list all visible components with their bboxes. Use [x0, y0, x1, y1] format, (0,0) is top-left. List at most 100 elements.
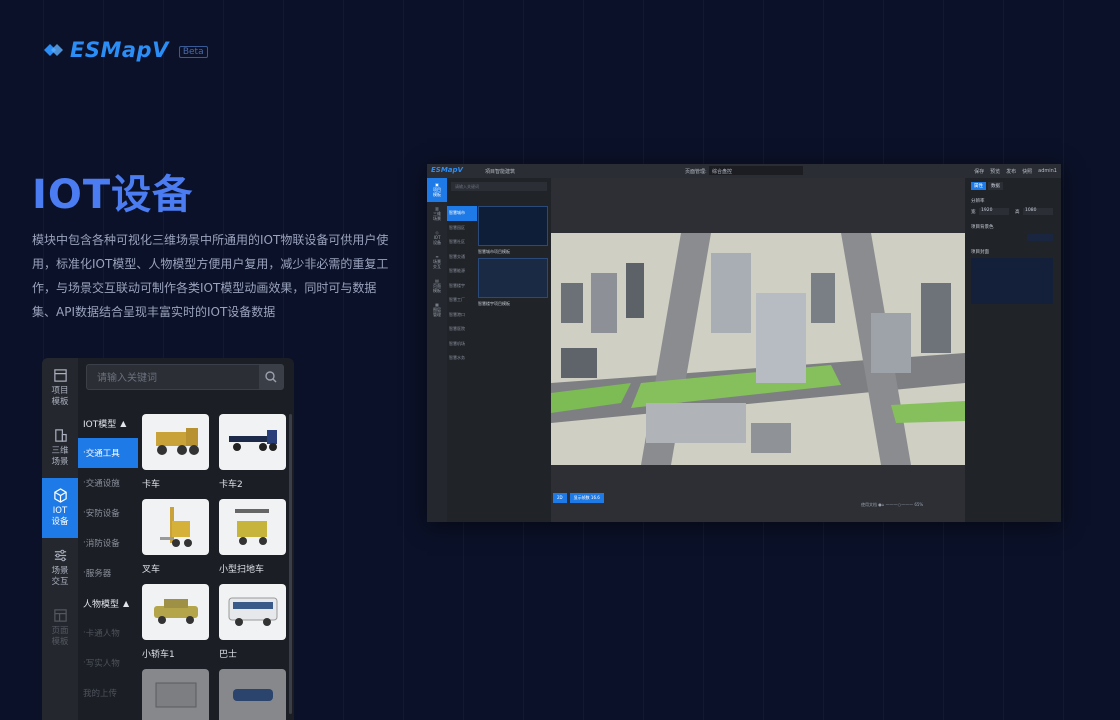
rail-item-project-template[interactable]: 项目 模板: [42, 358, 78, 418]
app-template-thumbs: 智慧城市项目模板 智慧楼宇项目模板: [478, 206, 548, 310]
page-title: IOT设备: [32, 172, 194, 218]
category-item[interactable]: 我的上传: [78, 678, 138, 708]
tab-properties[interactable]: 属性: [971, 182, 986, 190]
search-icon: [265, 371, 277, 383]
model-label: 叉车: [142, 565, 161, 575]
chevron-up-icon: ▲: [120, 418, 127, 428]
panel-search[interactable]: 请输入关键词: [86, 364, 284, 390]
group-people-models[interactable]: 人物模型 ▲: [78, 588, 138, 618]
rail-item-scene-interaction[interactable]: 场景 交互: [42, 538, 78, 598]
category-label: 消防设备: [85, 539, 120, 549]
rail-label: IOT: [52, 506, 68, 516]
width-input[interactable]: 1920: [979, 208, 1009, 215]
app-list-item[interactable]: 智慧医院: [447, 322, 477, 337]
category-label: 安防设备: [85, 509, 120, 519]
docs-link[interactable]: 使用文档: [861, 502, 877, 507]
model-card[interactable]: 叉车: [142, 499, 209, 575]
model-label: 卡车: [142, 480, 161, 490]
category-item[interactable]: · 消防设备: [78, 528, 138, 558]
city-3d-scene[interactable]: [551, 233, 965, 465]
model-label: 小轿车1: [142, 650, 175, 660]
template-thumbnail[interactable]: [478, 206, 548, 246]
truck-thumbnail: [142, 414, 209, 470]
app-list-item[interactable]: 智慧楼宇: [447, 279, 477, 294]
model-card[interactable]: 小轿车1: [142, 584, 209, 660]
rail-label: 交互: [51, 577, 69, 587]
template-thumbnail[interactable]: [478, 258, 548, 298]
dump-truck-icon: [156, 428, 199, 455]
group-iot-models[interactable]: IOT模型 ▲: [78, 408, 138, 438]
category-label: 交通工具: [85, 449, 120, 459]
category-item[interactable]: · 安防设备: [78, 498, 138, 528]
category-item[interactable]: · 服务器: [78, 558, 138, 588]
app-tool[interactable]: 预览: [990, 168, 1000, 175]
rail-label: 场景: [51, 457, 69, 467]
app-user[interactable]: admin1: [1038, 168, 1057, 175]
app-rail-item[interactable]: ▤ 页面 模板: [427, 274, 447, 298]
rail-item-3d-scene[interactable]: 三维 场景: [42, 418, 78, 478]
app-list-item[interactable]: 智慧水务: [447, 351, 477, 366]
category-label: 我的上传: [83, 689, 118, 699]
template-icon: [53, 369, 67, 382]
app-tool[interactable]: 发布: [1006, 168, 1016, 175]
model-card[interactable]: 小型扫地车: [219, 499, 286, 575]
category-item[interactable]: · 交通设施: [78, 468, 138, 498]
app-rail: ▣ 项目 模板 ▥ 三维 场景 ◇ IOT 设备 ≡ 场景 交互 ▤ 页面 模板 ▦ 图层 管理: [427, 178, 447, 522]
model-card[interactable]: [219, 669, 286, 720]
app-rail-item[interactable]: ▥ 三维 场景: [427, 202, 447, 226]
rail-label: 模板: [51, 397, 69, 407]
view-mode-button[interactable]: 2D: [553, 493, 567, 503]
cover-thumbnail[interactable]: [971, 258, 1053, 304]
brand-name: ESMapV: [70, 38, 169, 62]
rail-label: 项目: [51, 386, 69, 396]
zoom-control[interactable]: 使用文档 ●⌂ ———○——— 65%: [861, 502, 923, 508]
app-list-item[interactable]: 智慧港口: [447, 308, 477, 323]
flatbed-truck-icon: [229, 430, 277, 451]
app-rail-item[interactable]: ▣ 项目 模板: [427, 178, 447, 202]
app-list-item[interactable]: 智慧机场: [447, 337, 477, 352]
model-card[interactable]: 卡车: [142, 414, 209, 490]
cube-icon: [53, 488, 67, 503]
app-rail-item[interactable]: ◇ IOT 设备: [427, 226, 447, 250]
app-search-input[interactable]: 请输入关键词: [451, 182, 547, 191]
car-thumbnail: [142, 584, 209, 640]
app-scene-select[interactable]: 综合盘控: [709, 166, 803, 175]
model-card[interactable]: 卡车2: [219, 414, 286, 490]
app-list-item[interactable]: 智慧园区: [447, 221, 477, 236]
bus-icon: [228, 597, 278, 626]
editor-screenshot: ESMapV 項目智能建筑 页面管理: 综合盘控 保存 预览 发布 快照 adm…: [427, 164, 1061, 522]
app-list-item[interactable]: 智慧城市: [447, 206, 477, 221]
page-description: 模块中包含各种可视化三维场景中所通用的IOT物联设备可供用户使用，标准化IOT模…: [32, 233, 389, 319]
panel-scrollbar[interactable]: [289, 414, 292, 714]
search-input[interactable]: 请输入关键词: [97, 369, 157, 384]
rail-item-iot-device[interactable]: IOT 设备: [42, 478, 78, 538]
prop-resolution-label: 分辨率: [971, 199, 985, 204]
tab-data[interactable]: 数据: [988, 182, 1003, 190]
bg-color-swatch[interactable]: [1027, 234, 1053, 241]
template-label: 智慧楼宇项目模板: [478, 301, 510, 306]
category-item[interactable]: · 卡通人物: [78, 618, 138, 648]
height-input[interactable]: 1080: [1023, 208, 1053, 215]
model-card[interactable]: [142, 669, 209, 720]
app-viewport[interactable]: 2D 显示帧数 16.6 使用文档 ●⌂ ———○——— 65%: [551, 178, 965, 522]
app-tool[interactable]: 保存: [974, 168, 984, 175]
app-tool[interactable]: 快照: [1022, 168, 1032, 175]
app-list-item[interactable]: 智慧能源: [447, 264, 477, 279]
search-button[interactable]: [259, 365, 283, 389]
app-template-sidebar: 请输入关键词 智慧城市 智慧园区 智慧社区 智慧交通 智慧能源 智慧楼宇 智慧工…: [447, 178, 551, 522]
model-card[interactable]: 巴士: [219, 584, 286, 660]
category-item[interactable]: · 写实人物: [78, 648, 138, 678]
app-rail-item[interactable]: ▦ 图层 管理: [427, 298, 447, 322]
prop-bg-color-label: 项目背景色: [971, 225, 994, 230]
brand-logo: ESMapV Beta: [42, 38, 208, 62]
app-property-panel: 属性 数据 分辨率 宽 1920 高 1080 项目背景色 项目封面: [965, 178, 1061, 522]
category-item[interactable]: · 交通工具: [78, 438, 138, 468]
iot-panel-preview: 项目 模板 三维 场景 IOT 设备 场景 交互 页面 模板 请输入关键词 IO…: [42, 358, 294, 720]
app-list-item[interactable]: 智慧交通: [447, 250, 477, 265]
app-rail-item[interactable]: ≡ 场景 交互: [427, 250, 447, 274]
app-list-item[interactable]: 智慧社区: [447, 235, 477, 250]
app-list-item[interactable]: 智慧工厂: [447, 293, 477, 308]
rail-item-page-template[interactable]: 页面 模板: [42, 598, 78, 658]
building-icon: [54, 429, 67, 442]
sedan-icon: [154, 599, 198, 624]
